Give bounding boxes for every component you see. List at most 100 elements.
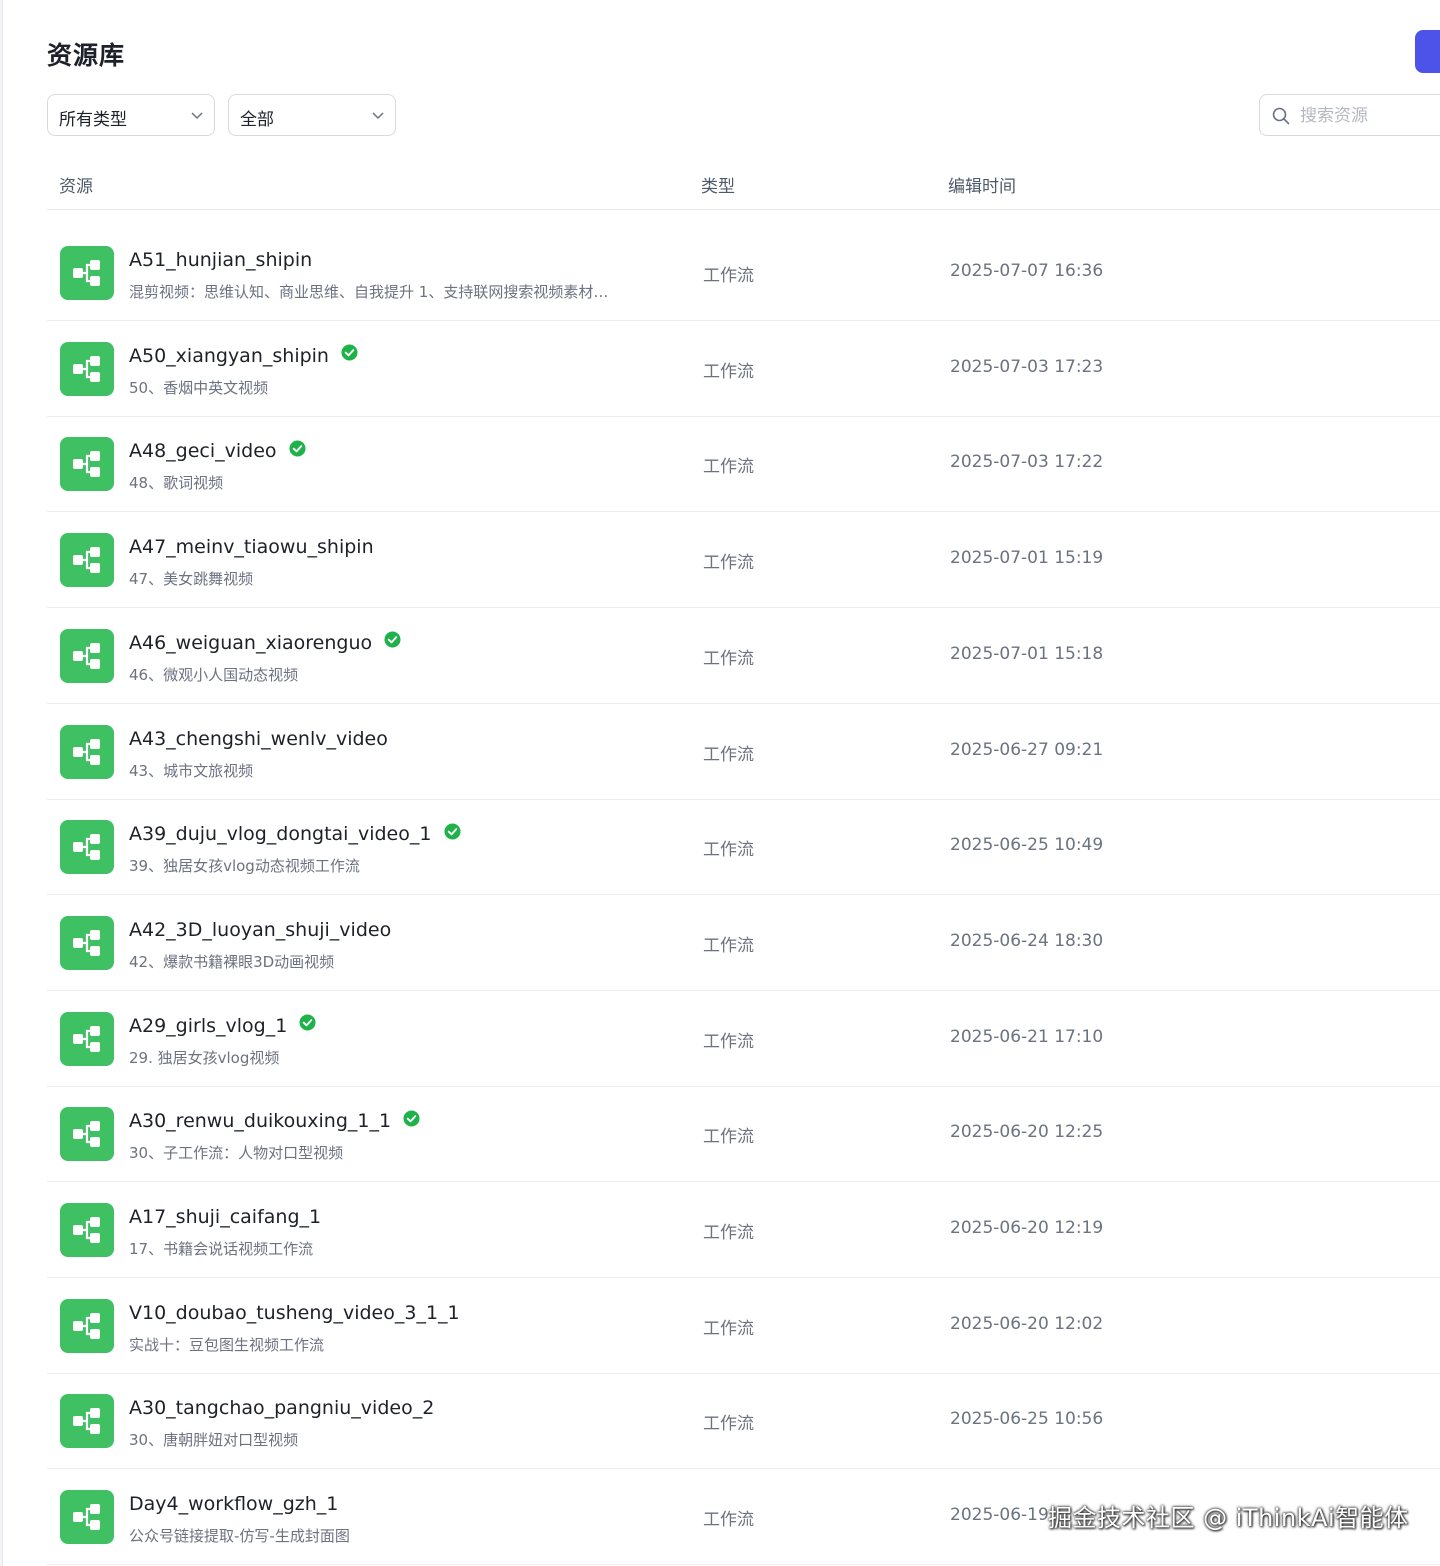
workflow-icon [60, 1394, 114, 1449]
resource-type: 工作流 [703, 1223, 754, 1243]
table-row[interactable]: A50_xiangyan_shipin 50、香烟中英文视频 工作流 2025-… [47, 321, 1440, 417]
resource-name-line: A30_renwu_duikouxing_1_1 [129, 1110, 420, 1136]
scope-filter-select[interactable]: 全部 [228, 94, 396, 136]
resource-description: 30、唐朝胖妞对口型视频 [129, 1431, 299, 1450]
table-row[interactable]: V10_doubao_tusheng_video_3_1_1 实战十：豆包图生视… [47, 1278, 1440, 1374]
resource-type: 工作流 [703, 744, 754, 765]
resource-name-line: A46_weiguan_xiaorenguo [129, 631, 401, 658]
resource-edited-time: 2025-07-01 15:18 [950, 643, 1104, 664]
resource-type: 工作流 [703, 648, 754, 669]
table-row[interactable]: A47_meinv_tiaowu_shipin 47、美女跳舞视频 工作流 20… [47, 512, 1440, 609]
column-header-type: 类型 [701, 177, 735, 197]
workflow-icon [60, 820, 114, 875]
type-filter-value: 所有类型 [59, 110, 127, 130]
resource-name: A30_tangchao_pangniu_video_2 [129, 1397, 435, 1420]
workflow-icon [60, 724, 114, 779]
resource-name-line: A51_hunjian_shipin [129, 249, 312, 275]
resource-description: 46、微观小人国动态视频 [129, 665, 299, 684]
resource-description: 公众号链接提取-仿写-生成封面图 [129, 1527, 350, 1546]
table-row[interactable]: A46_weiguan_xiaorenguo 46、微观小人国动态视频 工作流 … [47, 608, 1440, 704]
workflow-icon [60, 533, 114, 588]
create-resource-button[interactable] [1415, 30, 1440, 73]
verified-check-icon [444, 823, 461, 840]
resource-name-line: A42_3D_luoyan_shuji_video [129, 919, 391, 945]
search-icon [1272, 107, 1290, 125]
table-row[interactable]: A51_hunjian_shipin 混剪视频：思维认知、商业思维、自我提升 1… [47, 225, 1440, 321]
workflow-icon [60, 341, 114, 396]
search-box[interactable] [1259, 94, 1440, 136]
search-input[interactable] [1298, 103, 1440, 129]
resource-edited-time: 2025-06-27 09:21 [950, 739, 1104, 760]
resource-library-panel: 资源库 所有类型 全部 资源 类型 编辑时间 [2, 0, 1440, 1566]
resource-description: 实战十：豆包图生视频工作流 [129, 1335, 325, 1354]
resource-name: A47_meinv_tiaowu_shipin [129, 536, 374, 559]
resource-type: 工作流 [703, 266, 754, 286]
column-header-edited-time: 编辑时间 [948, 177, 1016, 197]
type-filter-select[interactable]: 所有类型 [47, 94, 215, 136]
table-row[interactable]: A29_girls_vlog_1 29. 独居女孩vlog视频 工作流 2025… [47, 991, 1440, 1087]
resource-name-line: A47_meinv_tiaowu_shipin [129, 536, 374, 562]
resource-type: 工作流 [703, 935, 754, 956]
resource-name: A51_hunjian_shipin [129, 249, 313, 271]
resource-name-line: A29_girls_vlog_1 [129, 1014, 316, 1041]
workflow-icon [60, 1203, 114, 1257]
header-divider [47, 209, 1440, 210]
resource-description: 42、爆款书籍裸眼3D动画视频 [129, 952, 335, 971]
resource-name-line: A17_shuji_caifang_1 [129, 1206, 321, 1232]
table-row[interactable]: A30_tangchao_pangniu_video_2 30、唐朝胖妞对口型视… [47, 1373, 1440, 1470]
resource-type: 工作流 [703, 457, 754, 478]
verified-check-icon [403, 1110, 420, 1127]
resource-type: 工作流 [703, 361, 754, 382]
resource-edited-time: 2025-07-03 17:23 [950, 356, 1104, 377]
page-title: 资源库 [47, 41, 126, 70]
resource-name: A50_xiangyan_shipin [129, 344, 329, 367]
workflow-icon [60, 1298, 114, 1353]
workflow-icon [60, 915, 114, 970]
resource-name: A46_weiguan_xiaorenguo [129, 631, 373, 654]
resource-name: A43_chengshi_wenlv_video [129, 727, 388, 750]
resource-edited-time: 2025-06-21 17:10 [950, 1026, 1104, 1047]
resource-edited-time: 2025-07-03 17:22 [950, 452, 1104, 473]
resource-edited-time: 2025-06-20 12:19 [950, 1218, 1104, 1238]
resource-name: A29_girls_vlog_1 [129, 1014, 288, 1037]
resource-edited-time: 2025-06-20 12:25 [950, 1122, 1104, 1143]
verified-check-icon [289, 440, 306, 457]
verified-check-icon [341, 344, 358, 361]
resource-edited-time: 2025-06-24 18:30 [950, 930, 1104, 951]
resource-description: 29. 独居女孩vlog视频 [129, 1048, 280, 1067]
resource-name: A39_duju_vlog_dongtai_video_1 [129, 823, 432, 846]
table-row[interactable]: A30_renwu_duikouxing_1_1 30、子工作流：人物对口型视频… [47, 1086, 1440, 1183]
resource-type: 工作流 [703, 1510, 754, 1531]
resource-name-line: A43_chengshi_wenlv_video [129, 728, 388, 754]
table-row[interactable]: A39_duju_vlog_dongtai_video_1 39、独居女孩vlo… [47, 799, 1440, 896]
workflow-icon [60, 628, 114, 683]
table-row[interactable]: A48_geci_video 48、歌词视频 工作流 2025-07-03 17… [47, 416, 1440, 513]
resource-type: 工作流 [703, 1031, 754, 1052]
resource-edited-time: 2025-06-19 [950, 1505, 1049, 1526]
resource-name: A48_geci_video [129, 440, 277, 463]
table-row[interactable]: A43_chengshi_wenlv_video 43、城市文旅视频 工作流 2… [47, 704, 1440, 800]
resource-name-line: A50_xiangyan_shipin [129, 344, 358, 371]
resource-name: A30_renwu_duikouxing_1_1 [129, 1110, 392, 1133]
chevron-down-icon [191, 112, 203, 120]
resource-edited-time: 2025-06-25 10:49 [950, 835, 1104, 856]
resource-name-line: Day4_workflow_gzh_1 [129, 1493, 338, 1519]
resource-name: V10_doubao_tusheng_video_3_1_1 [129, 1301, 460, 1324]
verified-check-icon [384, 631, 401, 648]
resource-description: 48、歌词视频 [129, 474, 224, 493]
resource-description: 17、书籍会说话视频工作流 [129, 1240, 314, 1258]
scope-filter-value: 全部 [240, 110, 274, 130]
resource-type: 工作流 [703, 1414, 754, 1435]
chevron-down-icon [372, 112, 384, 120]
resource-type: 工作流 [703, 1318, 754, 1339]
table-row[interactable]: A42_3D_luoyan_shuji_video 42、爆款书籍裸眼3D动画视… [47, 895, 1440, 991]
workflow-icon [60, 1107, 114, 1162]
resource-edited-time: 2025-06-25 10:56 [950, 1409, 1104, 1430]
resource-name: Day4_workflow_gzh_1 [129, 1493, 339, 1516]
workflow-icon [60, 437, 114, 492]
table-row[interactable]: A17_shuji_caifang_1 17、书籍会说话视频工作流 工作流 20… [47, 1182, 1440, 1278]
resource-description: 39、独居女孩vlog动态视频工作流 [129, 857, 360, 876]
workflow-icon [60, 246, 114, 300]
resource-name-line: A48_geci_video [129, 440, 306, 466]
resource-edited-time: 2025-07-01 15:19 [950, 548, 1104, 569]
